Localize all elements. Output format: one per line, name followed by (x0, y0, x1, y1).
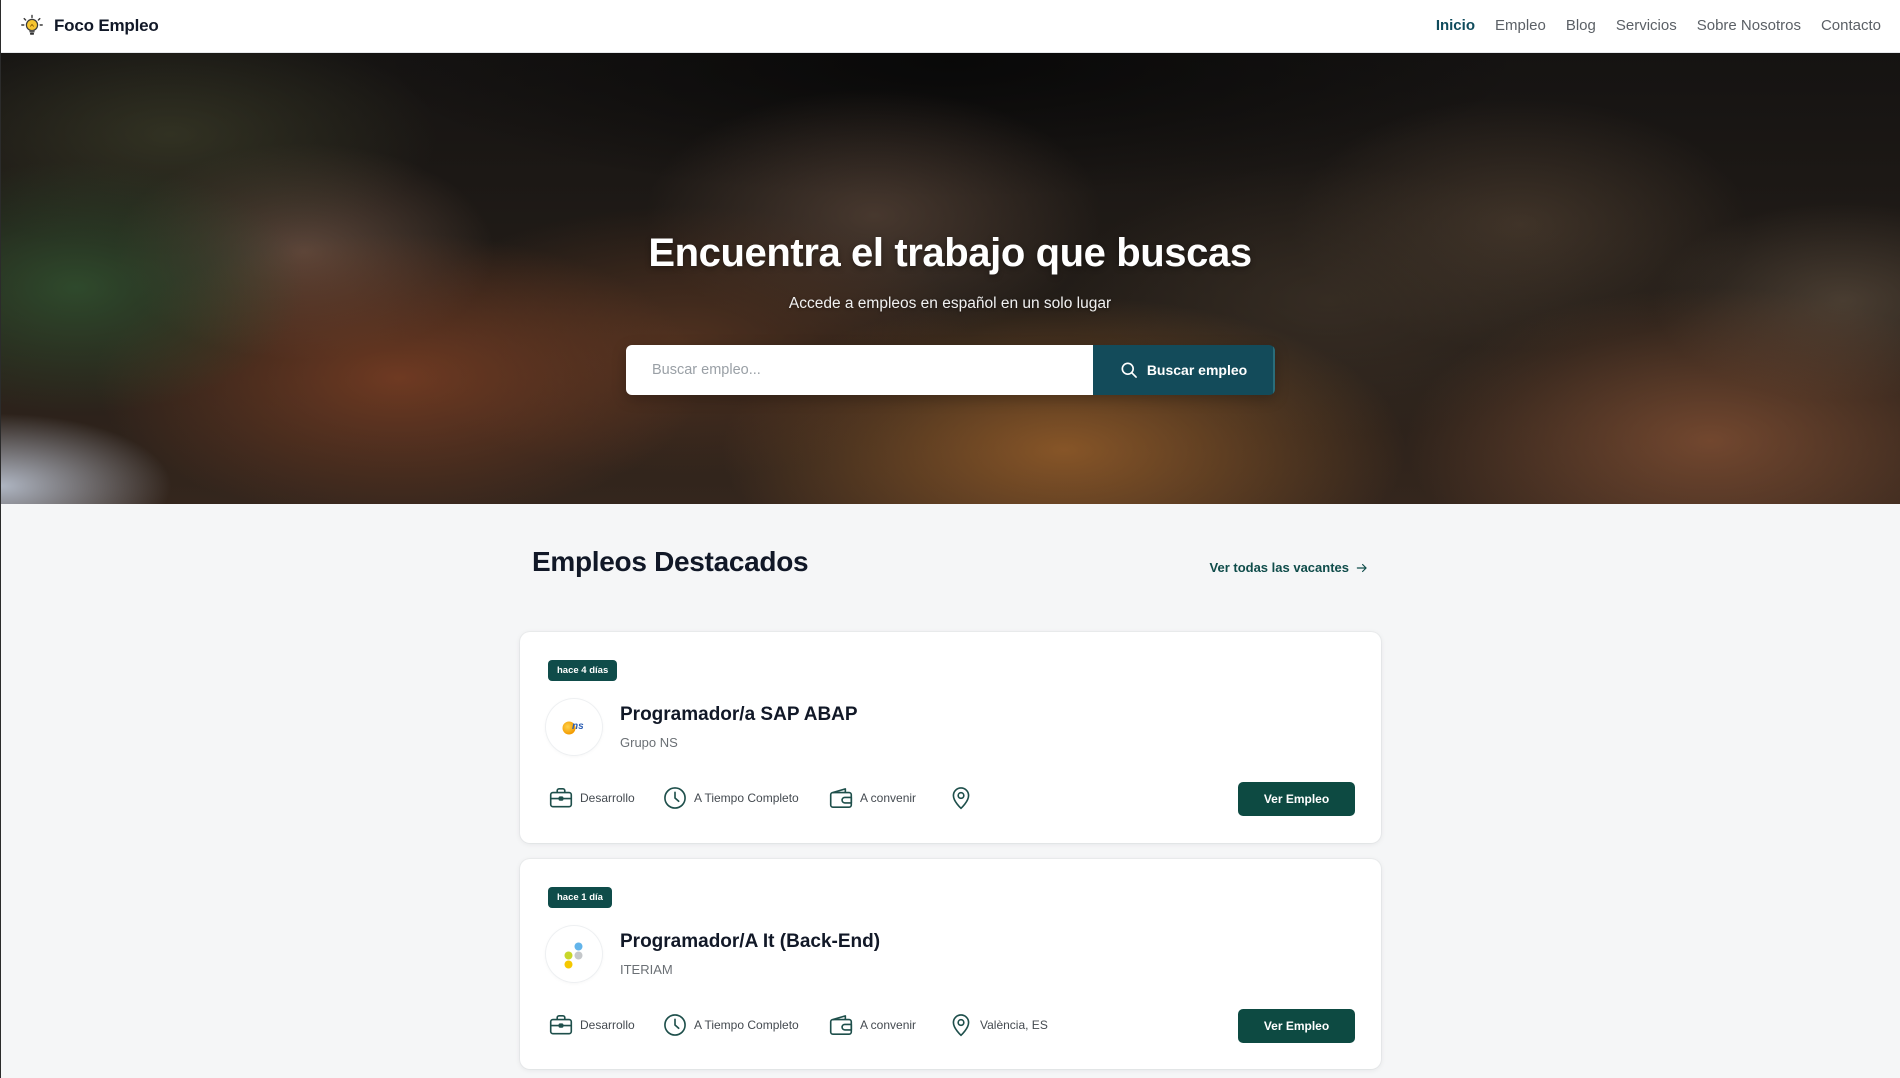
meta-schedule: A Tiempo Completo (662, 785, 828, 811)
main-nav: Inicio Empleo Blog Servicios Sobre Nosot… (1436, 16, 1881, 36)
nav-item-inicio[interactable]: Inicio (1436, 16, 1475, 36)
wallet-icon (829, 1015, 853, 1036)
briefcase-icon (549, 1014, 573, 1035)
clock-icon (664, 1014, 686, 1036)
meta-salary-label: A convenir (860, 791, 917, 805)
hero-title: Encuentra el trabajo que buscas (648, 231, 1252, 275)
page: Foco Empleo Inicio Empleo Blog Servicios… (0, 0, 1900, 1078)
view-job-button[interactable]: Ver Empleo (1238, 782, 1355, 816)
meta-salary-label: A convenir (860, 1018, 917, 1032)
grupo-ns-logo: ns (546, 699, 602, 755)
logo-lettering: ns (572, 721, 584, 732)
top-navbar: Foco Empleo Inicio Empleo Blog Servicios… (0, 0, 1900, 53)
view-job-button[interactable]: Ver Empleo (1238, 1009, 1355, 1043)
view-all-link[interactable]: Ver todas las vacantes (1210, 558, 1369, 578)
nav-item-blog[interactable]: Blog (1566, 16, 1596, 36)
job-title[interactable]: Programador/A It (Back-End) (620, 930, 880, 954)
brand-name[interactable]: Foco Empleo (54, 16, 159, 36)
wallet-icon (829, 788, 853, 809)
meta-category-label: Desarrollo (580, 791, 635, 805)
arrow-right-icon (1356, 563, 1367, 573)
meta-category-label: Desarrollo (580, 1018, 635, 1032)
company-name: ITERIAM (620, 962, 673, 977)
meta-location-label: València, ES (980, 1018, 1048, 1032)
meta-schedule-label: A Tiempo Completo (694, 791, 799, 805)
section-title: Empleos Destacados (532, 546, 809, 577)
hero-subtitle: Accede a empleos en español en un solo l… (788, 295, 1112, 312)
meta-schedule: A Tiempo Completo (662, 1012, 828, 1038)
meta-schedule-label: A Tiempo Completo (694, 1018, 799, 1032)
map-pin-icon (952, 1014, 970, 1037)
meta-category: Desarrollo (548, 1012, 662, 1038)
posted-badge: hace 1 día (548, 887, 612, 908)
meta-location (948, 785, 1148, 811)
posted-badge: hace 4 días (548, 660, 618, 681)
nav-item-contacto[interactable]: Contacto (1821, 16, 1881, 36)
iteriam-logo (546, 926, 602, 982)
search-icon (1121, 362, 1137, 378)
job-meta: Desarrollo A Tiempo Completo (548, 1012, 1148, 1038)
hero-banner: Encuentra el trabajo que buscas Accede a… (0, 53, 1900, 504)
company-name: Grupo NS (620, 735, 678, 750)
job-card[interactable]: hace 4 días ns Programador/a SAP ABAP Gr… (520, 632, 1381, 843)
job-search-bar: Buscar empleo (626, 345, 1275, 395)
nav-item-empleo[interactable]: Empleo (1495, 16, 1546, 36)
meta-location: València, ES (948, 1012, 1148, 1038)
clock-icon (664, 787, 686, 809)
nav-item-servicios[interactable]: Servicios (1616, 16, 1677, 36)
map-pin-icon (952, 787, 970, 810)
briefcase-icon (549, 787, 573, 808)
nav-item-sobre-nosotros[interactable]: Sobre Nosotros (1697, 16, 1801, 36)
search-button[interactable]: Buscar empleo (1093, 345, 1275, 395)
job-title[interactable]: Programador/a SAP ABAP (620, 703, 858, 727)
lightbulb-icon[interactable] (20, 14, 44, 38)
view-all-label: Ver todas las vacantes (1209, 560, 1349, 575)
meta-category: Desarrollo (548, 785, 662, 811)
search-button-label: Buscar empleo (1146, 362, 1248, 378)
meta-salary: A convenir (828, 785, 948, 811)
search-input[interactable] (626, 345, 1093, 395)
job-card[interactable]: hace 1 día Programador/A It (Back-End) I… (520, 859, 1381, 1069)
job-meta: Desarrollo A Tiempo Completo (548, 785, 1148, 811)
meta-salary: A convenir (828, 1012, 948, 1038)
